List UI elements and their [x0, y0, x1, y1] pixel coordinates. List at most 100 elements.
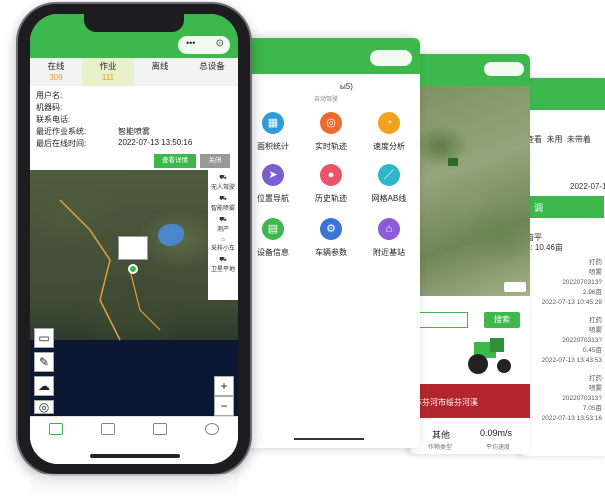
- record-type: 打药: [589, 375, 602, 382]
- bottom-tab-home[interactable]: [30, 423, 82, 437]
- side-tool-yield[interactable]: ⛟ 测产: [208, 216, 238, 233]
- records-title-bar: [520, 78, 605, 110]
- menu-item-ab-line[interactable]: ／网格AB线: [360, 164, 418, 204]
- satellite-map[interactable]: [410, 86, 530, 296]
- menu-item-base-station[interactable]: ⌂ 附近基站: [360, 218, 418, 258]
- menu-item-history-track[interactable]: ● 历史轨迹: [302, 164, 360, 204]
- mini-program-capsule[interactable]: ••• ⊙: [178, 36, 230, 54]
- mini-program-capsule[interactable]: [484, 62, 524, 76]
- menu-item-device-info[interactable]: ▤ 设备信息: [244, 218, 302, 258]
- zoom-out-button[interactable]: −: [214, 396, 234, 416]
- crop-caption: 作物类型: [428, 445, 453, 451]
- last-online-value: 2022-07-13 13:50:16: [118, 138, 193, 147]
- home-indicator: [90, 454, 180, 458]
- history-track-icon: ●: [320, 164, 342, 186]
- mini-program-capsule[interactable]: [370, 50, 412, 66]
- cloud-icon: [504, 282, 526, 292]
- tractor-icon: [468, 338, 511, 374]
- record-amount: 2.96亩: [582, 289, 602, 296]
- records-tab-row: 查看 未用 未带着: [526, 134, 591, 145]
- list-item[interactable]: 打药 喷雾 2022070313? 7.05亩 2022-07-13 13:53…: [542, 374, 602, 424]
- satellite-map[interactable]: ⛟ 无人驾驶 ⛟ 智能喷雾 ⛟ 测产 ⌂ 采样小车 ⛟ 卫星平地 ▭ ✎ ☁ ◎ + −: [30, 170, 238, 416]
- view-details-button[interactable]: 查看详情: [154, 154, 196, 168]
- location-pin-icon[interactable]: [128, 264, 138, 274]
- menu-header-fragment: ы5): [340, 82, 353, 91]
- function-menu-screen: ы5) 自动驾驶 ▦ 面积统计 ◎ 实时轨迹 ◔ 速度分析 ➤ 位置导航 ● 历史轨迹 ／…: [244, 38, 420, 448]
- records-tab-other[interactable]: 未带着: [567, 135, 591, 144]
- tab-offline[interactable]: 离线: [134, 58, 186, 86]
- map-popup[interactable]: [118, 236, 148, 260]
- ruler-icon[interactable]: ✎: [34, 352, 54, 372]
- record-time: 2022-07-13 13:43:53: [541, 357, 602, 364]
- phone-screen: ••• ⊙ 在线 309 作业 111 离线 总设备 用户名: 机器码: 联系电话:…: [30, 14, 238, 464]
- side-tool-sampler[interactable]: ⌂ 采样小车: [208, 237, 238, 252]
- tab-online[interactable]: 在线 309: [30, 58, 82, 86]
- search-input[interactable]: [414, 312, 468, 328]
- speed-analysis-icon: ◔: [378, 112, 400, 134]
- user-name-label: 用户名:: [36, 91, 63, 100]
- cloud-icon[interactable]: ☁: [34, 376, 54, 396]
- side-toolbar: ⛟ 无人驾驶 ⛟ 智能喷雾 ⛟ 测产 ⌂ 采样小车 ⛟ 卫星平地: [208, 170, 238, 300]
- speed-value: 0.09m/s: [480, 428, 513, 438]
- menu-item-realtime-track[interactable]: ◎ 实时轨迹: [302, 112, 360, 152]
- list-item[interactable]: 打药 喷雾 2022070313? 0.45亩 2022-07-13 13:43…: [542, 316, 602, 366]
- tracking-title-bar: [410, 54, 530, 86]
- speed-caption: 平均速度: [486, 445, 511, 451]
- side-tool-spray[interactable]: ⛟ 智能喷雾: [208, 195, 238, 212]
- record-code: 2022070313?: [562, 395, 602, 402]
- records-action-button[interactable]: 调: [526, 196, 604, 218]
- side-tool-leveling[interactable]: ⛟ 卫星平地: [208, 256, 238, 273]
- home-tab-icon: [49, 423, 63, 435]
- bottom-tab-3[interactable]: [134, 423, 186, 437]
- locate-icon[interactable]: ◎: [34, 400, 54, 414]
- phone-notch: [84, 14, 184, 32]
- bottom-tab-2[interactable]: [82, 423, 134, 437]
- base-station-icon: ⌂: [378, 218, 400, 240]
- menu-subheader: 自动驾驶: [314, 97, 339, 103]
- list-item[interactable]: 打药 喷雾 2022070313? 2.96亩 2022-07-13 10:45…: [542, 258, 602, 308]
- record-sub: 喷雾: [589, 269, 602, 276]
- phone-reflection: [30, 474, 238, 501]
- bottom-tab-profile[interactable]: [186, 423, 238, 437]
- ab-line-icon: ／: [378, 164, 400, 186]
- device-info-panel: 用户名: 机器码: 联系电话: 最近作业系统: 智能喷雾 最后在线时间: 202…: [30, 86, 238, 170]
- menu-item-area[interactable]: ▦ 面积统计: [244, 112, 302, 152]
- status-tabs: 在线 309 作业 111 离线 总设备: [30, 58, 238, 86]
- record-type: 打药: [589, 259, 602, 266]
- close-target-icon[interactable]: ⊙: [216, 38, 224, 49]
- menu-item-vehicle-params[interactable]: ⚙ 车辆参数: [302, 218, 360, 258]
- tracking-screen: 搜索 苏芬河市绥芬河溪 其他 0.09m/s 作物类型 平均速度: [410, 54, 530, 454]
- close-button[interactable]: 关闭: [200, 154, 230, 168]
- record-time: 2022-07-13 10:45:28: [541, 299, 602, 306]
- menu-title-bar: [244, 38, 420, 74]
- search-button[interactable]: 搜索: [484, 312, 520, 328]
- realtime-track-icon: ◎: [320, 112, 342, 134]
- records-screen: › 查看 未用 未带着 2022-07-13 调 亩平 5: 10.46亩 打药…: [520, 78, 605, 456]
- tab-working[interactable]: 作业 111: [82, 58, 134, 86]
- vehicle-params-icon: ⚙: [320, 218, 342, 240]
- tab-all-devices[interactable]: 总设备: [186, 58, 238, 86]
- device-info-icon: ▤: [262, 218, 284, 240]
- record-sub: 喷雾: [589, 385, 602, 392]
- route-lines: [59, 199, 161, 341]
- menu-item-speed[interactable]: ◔ 速度分析: [360, 112, 418, 152]
- record-amount: 0.45亩: [582, 347, 602, 354]
- more-icon[interactable]: •••: [186, 38, 195, 48]
- menu-item-navigation[interactable]: ➤ 位置导航: [244, 164, 302, 204]
- navigation-icon: ➤: [262, 164, 284, 186]
- profile-tab-icon: [205, 423, 219, 435]
- record-code: 2022070313?: [562, 337, 602, 344]
- vehicle-marker-icon: [448, 158, 458, 166]
- record-time: 2022-07-13 13:53:16: [541, 415, 602, 422]
- area-icon: ▦: [262, 112, 284, 134]
- crop-value: 其他: [432, 430, 451, 440]
- layer-icon[interactable]: ▭: [34, 328, 54, 348]
- phone-frame: ••• ⊙ 在线 309 作业 111 离线 总设备 用户名: 机器码: 联系电话:…: [18, 4, 250, 474]
- zoom-in-button[interactable]: +: [214, 376, 234, 396]
- side-tool-autodrive[interactable]: ⛟ 无人驾驶: [208, 174, 238, 191]
- record-type: 打药: [589, 317, 602, 324]
- region-banner: 苏芬河市绥芬河溪: [410, 384, 530, 418]
- contact-label: 联系电话:: [36, 115, 71, 124]
- records-tab-unused[interactable]: 未用: [546, 135, 562, 144]
- last-system-label: 最近作业系统:: [36, 127, 87, 136]
